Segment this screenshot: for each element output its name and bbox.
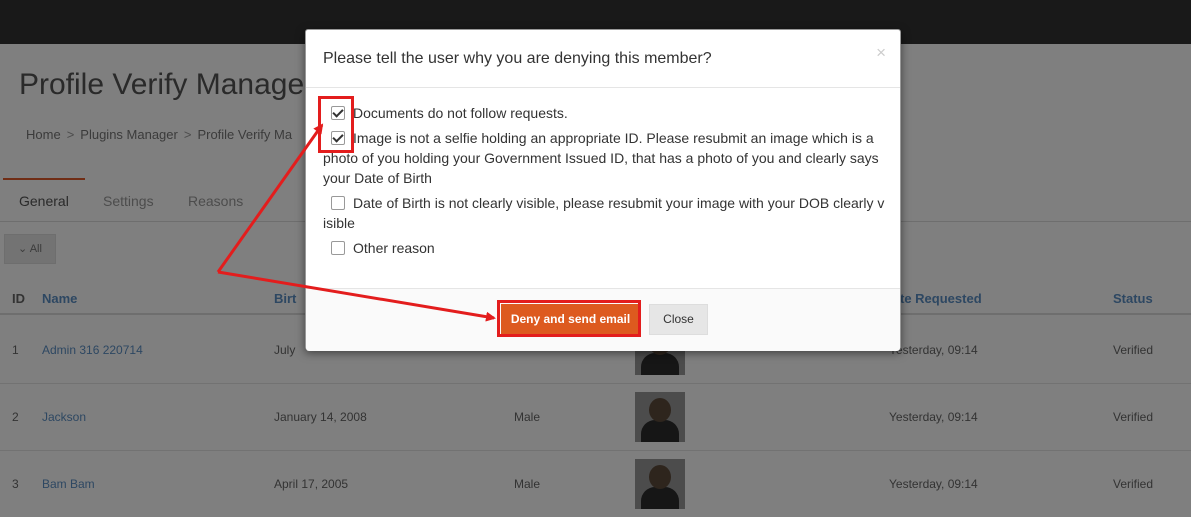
reason-selfie-id[interactable]: Image is not a selfie holding an appropr… bbox=[323, 128, 885, 188]
reason-label: Image is not a selfie holding an appropr… bbox=[323, 130, 879, 186]
annotation-highlight-deny-button bbox=[497, 300, 641, 337]
modal-header: Please tell the user why you are denying… bbox=[306, 30, 900, 88]
reason-checkbox[interactable] bbox=[331, 196, 345, 210]
reason-other[interactable]: Other reason bbox=[323, 238, 885, 258]
reason-label: Date of Birth is not clearly visible, pl… bbox=[323, 195, 885, 231]
annotation-highlight-checkboxes bbox=[318, 96, 354, 153]
close-icon[interactable]: × bbox=[876, 43, 886, 63]
modal-body: Documents do not follow requests. Image … bbox=[306, 88, 900, 288]
reason-label: Other reason bbox=[353, 240, 435, 256]
reason-label: Documents do not follow requests. bbox=[353, 105, 568, 121]
reason-dob-visible[interactable]: Date of Birth is not clearly visible, pl… bbox=[323, 193, 885, 233]
reason-documents[interactable]: Documents do not follow requests. bbox=[323, 103, 885, 123]
close-button[interactable]: Close bbox=[649, 304, 708, 335]
reason-checkbox[interactable] bbox=[331, 241, 345, 255]
modal-title: Please tell the user why you are denying… bbox=[323, 50, 712, 67]
